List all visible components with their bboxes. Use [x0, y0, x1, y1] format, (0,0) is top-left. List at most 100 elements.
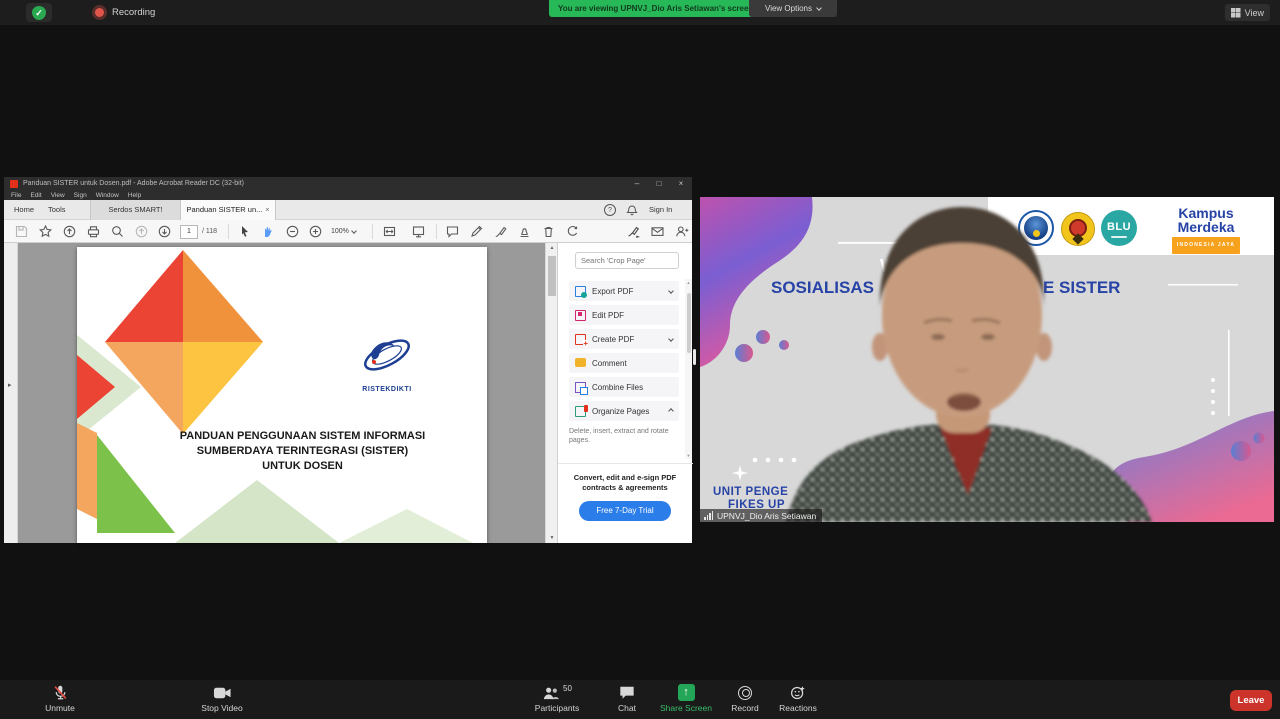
panel-tool-create-pdf[interactable]: Create PDF — [569, 329, 679, 349]
window-title: Panduan SISTER untuk Dosen.pdf - Adobe A… — [23, 177, 244, 191]
panel-tool-label: Create PDF — [592, 335, 634, 344]
delete-pages-icon[interactable] — [541, 224, 556, 239]
toolbar-separator — [436, 224, 437, 239]
next-page-icon[interactable] — [157, 224, 172, 239]
comment-icon[interactable] — [445, 224, 460, 239]
hand-tool-icon[interactable] — [260, 224, 275, 239]
reactions-button[interactable]: Reactions — [768, 683, 828, 713]
zoom-out-icon[interactable] — [285, 224, 300, 239]
star-favorites-icon[interactable] — [38, 224, 53, 239]
reactions-smiley-icon — [768, 683, 828, 702]
acrobat-tab-bar: Home Tools Serdos SMART! Panduan SISTER … — [4, 200, 692, 220]
save-icon[interactable] — [14, 224, 29, 239]
panel-tool-comment[interactable]: Comment — [569, 353, 679, 373]
stamp-icon[interactable] — [517, 224, 532, 239]
unmute-button[interactable]: Unmute — [25, 683, 95, 713]
search-icon[interactable] — [110, 224, 125, 239]
tools-search-input[interactable] — [575, 252, 679, 269]
participant-name-tag: UPNVJ_Dio Aris Setiawan — [700, 509, 822, 522]
help-icon[interactable]: ? — [604, 204, 616, 216]
acrobat-title-bar[interactable]: Panduan SISTER untuk Dosen.pdf - Adobe A… — [4, 177, 692, 191]
view-options-button[interactable]: View Options — [749, 0, 837, 17]
pdf-title-line3: UNTUK DOSEN — [122, 459, 483, 474]
participants-label: Participants — [522, 703, 592, 713]
chevron-up-icon — [668, 408, 674, 414]
grid-view-icon — [1231, 8, 1241, 18]
menu-view[interactable]: View — [51, 191, 65, 200]
participants-icon: 50 — [522, 683, 592, 702]
previous-page-icon[interactable] — [134, 224, 149, 239]
chevron-down-icon — [351, 228, 357, 234]
encryption-chip[interactable]: ✓ — [26, 3, 52, 22]
tab-panduan-sister[interactable]: Panduan SISTER un...× — [181, 200, 276, 220]
menu-sign[interactable]: Sign — [74, 191, 87, 200]
cloud-upload-icon[interactable] — [62, 224, 77, 239]
restore-button[interactable]: □ — [648, 177, 670, 191]
record-button[interactable]: Record — [715, 683, 775, 713]
tab-close-icon[interactable]: × — [265, 207, 269, 214]
leave-button[interactable]: Leave — [1230, 690, 1272, 711]
tab-tools[interactable]: Tools — [48, 200, 66, 220]
panel-tool-organize-pages[interactable]: Organize Pages — [569, 401, 679, 421]
expand-panel-arrow-icon[interactable]: ▸ — [8, 381, 12, 389]
panel-divider — [558, 463, 693, 464]
zoom-in-icon[interactable] — [308, 224, 323, 239]
email-icon[interactable] — [650, 224, 665, 239]
panel-tool-export-pdf[interactable]: Export PDF — [569, 281, 679, 301]
panel-tool-combine-files[interactable]: Combine Files — [569, 377, 679, 397]
chat-button[interactable]: Chat — [597, 683, 657, 713]
page-number-input[interactable] — [180, 225, 198, 239]
highlighter-icon[interactable] — [469, 224, 484, 239]
fit-width-icon[interactable] — [382, 224, 397, 239]
scroll-down-icon[interactable]: ▼ — [685, 453, 692, 458]
speaker-video-tile[interactable]: WO SOSIALISAS E SISTER UNIT PENGE FIKES … — [700, 197, 1274, 522]
tab-panduan-label: Panduan SISTER un... — [187, 205, 263, 214]
pdf-page[interactable]: PANDUAN PENGGUNAAN SISTEM INFORMASI SUMB… — [77, 247, 487, 543]
rotate-pages-icon[interactable] — [565, 224, 580, 239]
minimize-button[interactable]: – — [626, 177, 648, 191]
acrobat-content-area: ▸ — [4, 243, 692, 543]
select-tool-icon[interactable] — [237, 224, 252, 239]
menu-window[interactable]: Window — [96, 191, 119, 200]
toolbar-separator — [372, 224, 373, 239]
panel-resize-handle[interactable] — [693, 349, 696, 365]
certificates-pen-icon[interactable] — [626, 224, 641, 239]
panel-scrollbar[interactable]: ▲ ▼ — [685, 279, 692, 459]
comment-icon — [575, 358, 586, 367]
ristekdikti-logo-caption: RISTEKDIKTI — [349, 386, 425, 393]
acrobat-app-icon — [10, 180, 18, 188]
chat-icon — [597, 683, 657, 702]
scrollbar-thumb[interactable] — [548, 256, 556, 296]
zoom-level-dropdown[interactable]: 100% — [331, 220, 356, 243]
stop-video-button[interactable]: Stop Video — [187, 683, 257, 713]
fill-sign-icon[interactable] — [493, 224, 508, 239]
scroll-up-icon[interactable]: ▲ — [685, 280, 692, 285]
print-icon[interactable] — [86, 224, 101, 239]
pdf-cover-art — [77, 247, 487, 543]
tab-home[interactable]: Home — [14, 200, 34, 220]
tab-serdos-smart[interactable]: Serdos SMART! — [90, 200, 181, 220]
acrobat-window: Panduan SISTER untuk Dosen.pdf - Adobe A… — [4, 177, 692, 543]
menu-help[interactable]: Help — [128, 191, 141, 200]
stop-video-label: Stop Video — [187, 703, 257, 713]
notification-bell-icon[interactable] — [626, 204, 638, 217]
scrollbar-thumb[interactable] — [687, 293, 691, 353]
view-button[interactable]: View — [1225, 4, 1270, 21]
free-trial-button[interactable]: Free 7-Day Trial — [579, 501, 671, 521]
panel-tool-label: Edit PDF — [592, 311, 624, 320]
add-account-icon[interactable] — [674, 224, 689, 239]
close-button[interactable]: × — [670, 177, 692, 191]
panel-tool-label: Export PDF — [592, 287, 633, 296]
menu-file[interactable]: File — [11, 191, 21, 200]
share-screen-button[interactable]: ↑ Share Screen — [651, 683, 721, 713]
left-panel-strip[interactable]: ▸ — [4, 243, 18, 543]
zoom-top-bar: ✓ Recording You are viewing UPNVJ_Dio Ar… — [0, 0, 1280, 25]
participants-count: 50 — [563, 684, 572, 693]
panel-tool-edit-pdf[interactable]: Edit PDF — [569, 305, 679, 325]
document-scrollbar[interactable]: ▲ ▼ — [545, 243, 557, 543]
sign-in-link[interactable]: Sign In — [649, 200, 672, 220]
participants-button[interactable]: 50 Participants — [522, 683, 592, 713]
participant-name: UPNVJ_Dio Aris Setiawan — [717, 511, 816, 521]
menu-edit[interactable]: Edit — [30, 191, 41, 200]
reading-mode-icon[interactable] — [411, 224, 426, 239]
